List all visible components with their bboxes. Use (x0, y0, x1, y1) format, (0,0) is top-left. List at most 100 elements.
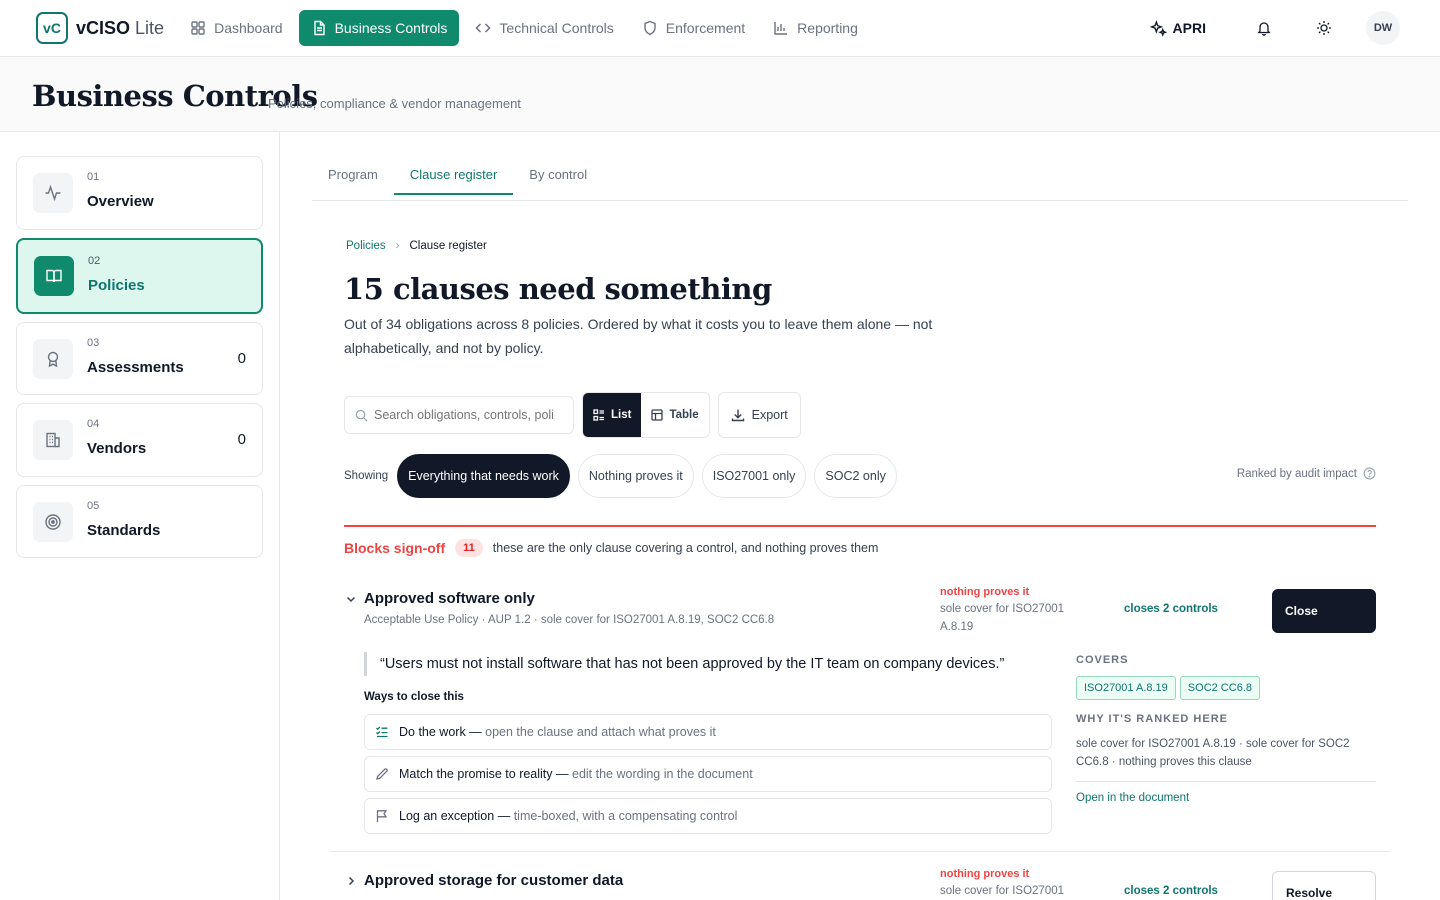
status-note: sole cover for ISO27001 (940, 885, 1065, 897)
sidebar-item-overview[interactable]: 01 Overview (16, 156, 263, 230)
side-icon-box (33, 173, 73, 213)
sidebar-item-number: 03 (87, 337, 100, 349)
way-strong-text: Log an exception — (399, 809, 511, 823)
tab-program[interactable]: Program (312, 155, 394, 195)
tab-by-control[interactable]: By control (513, 155, 603, 195)
main-headline: 15 clauses need something (344, 272, 772, 306)
aside-divider (1076, 781, 1376, 782)
clause-toggle[interactable]: Approved software only (344, 590, 535, 607)
side-icon-box (34, 256, 74, 296)
ways-to-close-label: Ways to close this (364, 691, 464, 703)
award-icon (47, 351, 59, 368)
way-match-promise[interactable]: Match the promise to reality — edit the … (364, 756, 1052, 792)
control-tag[interactable]: ISO27001 A.8.19 (1076, 676, 1176, 700)
apri-label: APRI (1172, 20, 1206, 36)
sidebar-item-label: Overview (87, 193, 154, 210)
nav-reporting-label: Reporting (797, 20, 858, 36)
sidebar-item-number: 02 (88, 255, 101, 267)
sun-icon (1317, 21, 1331, 35)
status-note: sole cover for ISO27001 A.8.19 (940, 603, 1065, 633)
group-header: Blocks sign-off 11 these are the only cl… (344, 537, 878, 559)
export-button[interactable]: Export (717, 392, 801, 438)
main-nav: Dashboard Business Controls Technical Co… (178, 10, 874, 46)
theme-toggle-button[interactable] (1306, 10, 1342, 46)
way-dim-text: edit the wording in the document (572, 767, 753, 781)
sidebar-item-label: Assessments (87, 359, 184, 376)
page-header: Business Controls Policies, compliance &… (0, 57, 1440, 132)
filter-chip-nothing-proves[interactable]: Nothing proves it (577, 454, 694, 498)
status-label: nothing proves it (940, 868, 1030, 880)
sidebar-item-label: Vendors (87, 440, 147, 457)
tab-clause-register[interactable]: Clause register (393, 155, 514, 195)
sidebar-item-standards[interactable]: 05 Standards (16, 485, 263, 558)
filter-chip-soc2[interactable]: SOC2 only (814, 454, 897, 498)
breadcrumb-policies-link[interactable]: Policies (346, 240, 386, 252)
why-ranked-text: sole cover for ISO27001 A.8.19 · sole co… (1076, 738, 1350, 768)
brand-name-main: vCISO (76, 17, 131, 38)
open-in-document-link[interactable]: Open in the document (1076, 792, 1189, 804)
book-icon (46, 269, 62, 283)
nav-reporting[interactable]: Reporting (761, 10, 870, 46)
nav-business-controls[interactable]: Business Controls (298, 10, 460, 46)
status-label: nothing proves it (940, 586, 1030, 598)
ranked-by-label: Ranked by audit impact (1237, 467, 1376, 480)
closes-controls: closes 2 controls (1124, 885, 1218, 897)
nav-technical-controls[interactable]: Technical Controls (463, 10, 625, 46)
top-right-actions: APRI DW (1149, 10, 1400, 46)
view-list-label: List (611, 409, 632, 421)
control-tag[interactable]: SOC2 CC6.8 (1179, 676, 1260, 700)
activity-icon (45, 184, 61, 202)
clause-status: nothing proves it sole cover for ISO2700… (940, 868, 1090, 900)
why-ranked-label: WHY IT'S RANKED HERE (1076, 713, 1228, 725)
filter-chip-iso27001[interactable]: ISO27001 only (701, 454, 807, 498)
filter-chip-needs-work[interactable]: Everything that needs work (397, 454, 570, 498)
apri-assistant-button[interactable]: APRI (1149, 19, 1206, 37)
close-clause-button[interactable]: Close (1272, 589, 1376, 633)
way-log-exception[interactable]: Log an exception — time-boxed, with a co… (364, 798, 1052, 834)
view-list-button[interactable]: List (583, 393, 642, 437)
resolve-clause-button[interactable]: Resolve (1272, 871, 1376, 900)
way-dim-text: time-boxed, with a compensating control (513, 809, 738, 823)
bell-icon (1257, 22, 1271, 36)
sidebar: 01 Overview 02 Policies 03 Assessments 0… (0, 132, 280, 900)
page-subtitle: Policies, compliance & vendor management (268, 96, 521, 111)
way-dim-text: open the clause and attach what proves i… (485, 725, 716, 739)
sparkles-icon (1149, 19, 1167, 37)
user-avatar[interactable]: DW (1366, 11, 1400, 45)
view-toggle: List Table (582, 392, 710, 438)
sidebar-item-label: Standards (87, 522, 161, 539)
tab-bar: Program Clause register By control (312, 155, 1408, 201)
brand[interactable]: vC vCISO Lite (36, 12, 164, 44)
list-icon (593, 409, 604, 421)
nav-dashboard[interactable]: Dashboard (178, 10, 295, 46)
target-icon (45, 514, 61, 530)
notifications-button[interactable] (1246, 10, 1282, 46)
sidebar-item-number: 01 (87, 171, 100, 183)
view-table-button[interactable]: Table (641, 393, 708, 437)
sidebar-item-vendors[interactable]: 04 Vendors 0 (16, 403, 263, 477)
sidebar-item-label: Policies (88, 277, 145, 294)
covers-tags: ISO27001 A.8.19 SOC2 CC6.8 (1076, 676, 1264, 700)
sidebar-item-assessments[interactable]: 03 Assessments 0 (16, 322, 263, 395)
clause-toggle[interactable]: Approved storage for customer data (344, 872, 623, 889)
sidebar-item-policies[interactable]: 02 Policies (16, 238, 263, 314)
document-icon (313, 20, 325, 36)
covers-label: COVERS (1076, 654, 1129, 666)
way-do-the-work[interactable]: Do the work — open the clause and attach… (364, 714, 1052, 750)
toolbar: List Table Export (344, 392, 801, 438)
search-input[interactable] (374, 408, 564, 422)
pencil-icon (376, 768, 388, 780)
export-label: Export (751, 408, 788, 422)
search-icon (355, 409, 368, 422)
checklist-icon (376, 726, 388, 738)
help-icon[interactable] (1363, 467, 1376, 480)
nav-enforcement[interactable]: Enforcement (630, 10, 757, 46)
side-icon-box (33, 502, 73, 542)
filter-chips: Showing Everything that needs work Nothi… (344, 454, 905, 498)
breadcrumb-current: Clause register (409, 240, 487, 252)
group-divider (344, 525, 1376, 527)
sidebar-item-count: 0 (237, 431, 246, 448)
way-strong-text: Do the work — (399, 725, 482, 739)
row-divider (330, 851, 1390, 852)
clause-quote: “Users must not install software that ha… (364, 652, 1004, 676)
